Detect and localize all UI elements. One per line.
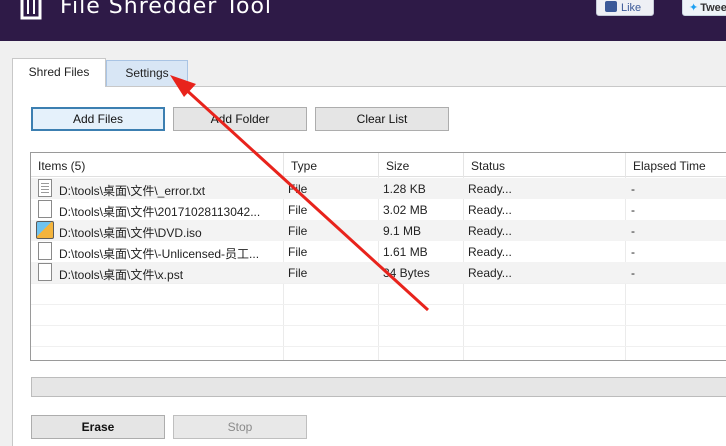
column-header-type[interactable]: Type [284, 153, 379, 177]
erase-button[interactable]: Erase [31, 415, 165, 439]
facebook-like-button[interactable]: Like [596, 0, 654, 16]
item-size: 1.61 MB [383, 245, 428, 259]
stop-button: Stop [173, 415, 307, 439]
add-files-button[interactable]: Add Files [31, 107, 165, 131]
item-path: D:\tools\桌面\文件\_error.txt [59, 184, 206, 198]
item-status: Ready... [468, 245, 512, 259]
item-elapsed: - [631, 245, 635, 259]
twitter-bird-icon: ✦ [689, 2, 699, 14]
column-header-items[interactable]: Items (5) [31, 153, 284, 177]
item-size: 3.02 MB [383, 203, 428, 217]
app-header: File Shredder Tool Like ✦ Twee [0, 0, 726, 41]
item-elapsed: - [631, 224, 635, 238]
shred-progress-bar [31, 377, 726, 397]
table-row[interactable]: D:\tools\桌面\文件\DVD.iso File 9.1 MB Ready… [31, 220, 726, 241]
trash-icon [20, 0, 42, 20]
item-type: File [288, 245, 308, 259]
empty-row [31, 346, 726, 360]
item-elapsed: - [631, 266, 635, 280]
table-row[interactable]: D:\tools\桌面\文件\-Unlicensed-员工... File 1.… [31, 241, 726, 262]
item-type: File [288, 203, 308, 217]
item-path: D:\tools\桌面\文件\-Unlicensed-员工... [59, 247, 260, 261]
item-size: 34 Bytes [383, 266, 430, 280]
column-header-elapsed-time[interactable]: Elapsed Time [626, 153, 726, 177]
facebook-like-label: Like [621, 2, 642, 14]
clear-list-button[interactable]: Clear List [315, 107, 449, 131]
empty-row [31, 304, 726, 325]
file-list[interactable]: Items (5) Type Size Status Elapsed Time … [30, 152, 726, 361]
tab-settings[interactable]: Settings [106, 60, 188, 86]
item-type: File [288, 182, 308, 196]
column-header-size[interactable]: Size [379, 153, 464, 177]
table-row[interactable]: D:\tools\桌面\文件\_error.txt File 1.28 KB R… [31, 178, 726, 199]
item-path: D:\tools\桌面\文件\DVD.iso [59, 226, 202, 240]
column-header-status[interactable]: Status [464, 153, 626, 177]
item-status: Ready... [468, 182, 512, 196]
thumbs-up-icon [605, 1, 617, 12]
empty-row [31, 325, 726, 346]
tab-shred-files[interactable]: Shred Files [12, 58, 106, 87]
file-icon [38, 263, 52, 281]
item-status: Ready... [468, 266, 512, 280]
twitter-button[interactable]: ✦ Twee [682, 0, 726, 16]
item-type: File [288, 224, 308, 238]
item-status: Ready... [468, 224, 512, 238]
empty-row [31, 283, 726, 304]
item-status: Ready... [468, 203, 512, 217]
item-size: 1.28 KB [383, 182, 426, 196]
item-type: File [288, 266, 308, 280]
file-icon [38, 200, 52, 218]
item-size: 9.1 MB [383, 224, 422, 238]
table-row[interactable]: D:\tools\桌面\文件\x.pst File 34 Bytes Ready… [31, 262, 726, 283]
text-file-icon [38, 179, 52, 197]
list-header: Items (5) Type Size Status Elapsed Time [31, 153, 726, 177]
item-path: D:\tools\桌面\文件\x.pst [59, 268, 184, 282]
table-row[interactable]: D:\tools\桌面\文件\20171028113042... File 3.… [31, 199, 726, 220]
twitter-label: Twee [700, 2, 726, 14]
dvd-image-icon [36, 221, 54, 239]
item-path: D:\tools\桌面\文件\20171028113042... [59, 205, 261, 219]
app-title: File Shredder Tool [60, 0, 273, 19]
add-folder-button[interactable]: Add Folder [173, 107, 307, 131]
item-elapsed: - [631, 203, 635, 217]
item-elapsed: - [631, 182, 635, 196]
file-icon [38, 242, 52, 260]
